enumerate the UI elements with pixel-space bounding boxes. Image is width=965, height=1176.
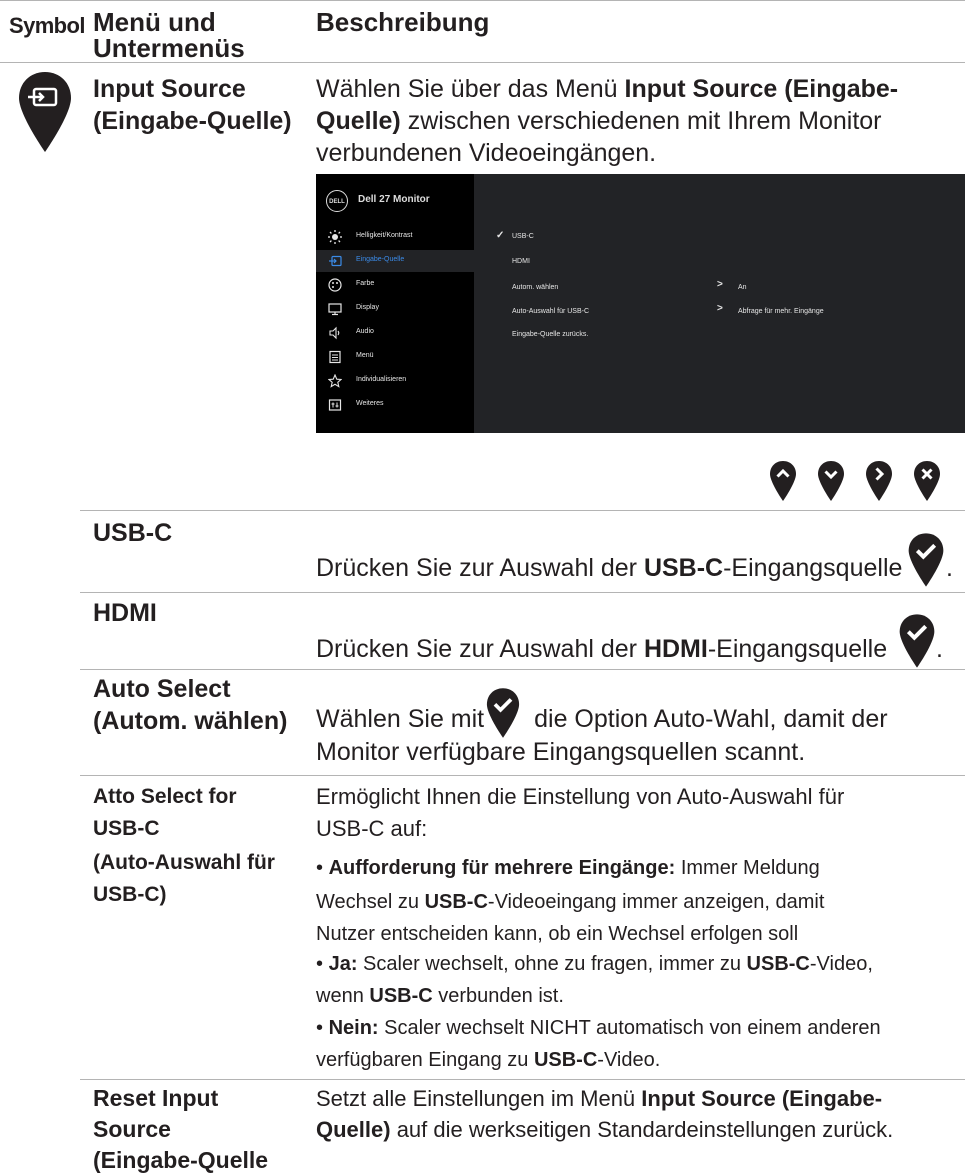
row-rule (80, 592, 965, 593)
atto-bullet1-line1: • Aufforderung für mehrere Eingänge: Imm… (316, 857, 820, 879)
check-icon (486, 688, 520, 738)
hdmi-period: . (936, 635, 943, 663)
check-icon (899, 614, 935, 668)
osd-option-auto-usbc[interactable]: Auto-Auswahl für USB-C (512, 308, 589, 315)
atto-bullet1-line3: Nutzer entscheiden kann, ob ein Wechsel … (316, 923, 799, 945)
others-icon (328, 399, 342, 411)
osd-option-hdmi[interactable]: HDMI (512, 258, 530, 265)
reset-name-line1: Reset Input (93, 1085, 219, 1111)
atto-name-line1: Atto Select for (93, 785, 237, 808)
check-icon (908, 533, 944, 587)
atto-bullet3-line2: verfügbaren Eingang zu USB-C-Video. (316, 1049, 661, 1071)
usbc-period: . (946, 554, 953, 582)
osd-menu-item-input-source[interactable]: Eingabe-Quelle (316, 250, 474, 272)
atto-intro-line2: USB-C auf: (316, 816, 428, 841)
row-rule (80, 510, 965, 511)
close-icon (914, 461, 940, 501)
dell-logo: DELL (326, 190, 348, 212)
osd-menu-item-others[interactable]: Weiteres (316, 394, 474, 416)
header-menu-line1: Menü und (93, 7, 216, 37)
row-rule (80, 1079, 965, 1080)
right-arrow-icon (866, 461, 892, 501)
brightness-icon (328, 230, 342, 244)
reset-name-line3: (Eingabe-Quelle (93, 1147, 269, 1173)
osd-option-usbc[interactable]: USB-C (512, 233, 534, 240)
osd-value-auto-usbc: Abfrage für mehr. Eingänge (738, 308, 824, 315)
input-source-desc-line2: Quelle) zwischen verschiedenen mit Ihrem… (316, 107, 882, 135)
input-source-icon (329, 255, 342, 267)
auto-select-name-line2: (Autom. wählen) (93, 707, 288, 735)
osd-check-icon: ✓ (496, 230, 505, 241)
osd-menu-item-audio[interactable]: Audio (316, 322, 474, 344)
input-source-pin-icon (19, 72, 71, 152)
input-source-name-line2: (Eingabe-Quelle) (93, 107, 292, 135)
osd-option-auto-select[interactable]: Autom. wählen (512, 284, 558, 291)
hdmi-name: HDMI (93, 599, 157, 627)
header-menu-line2: Untermenüs (93, 33, 245, 63)
atto-bullet3-line1: • Nein: Scaler wechselt NICHT automatisc… (316, 1017, 881, 1039)
osd-chevron-right-icon: > (717, 279, 723, 290)
audio-icon (329, 326, 340, 340)
osd-chevron-right-icon: > (717, 303, 723, 314)
row-rule (80, 775, 965, 776)
input-source-name-line1: Input Source (93, 75, 246, 103)
input-source-desc-line1: Wählen Sie über das Menü Input Source (E… (316, 75, 899, 103)
auto-select-desc-line2: Monitor verfügbare Eingangsquellen scann… (316, 738, 806, 766)
header-description: Beschreibung (316, 7, 490, 37)
osd-menu-item-menu[interactable]: Menü (316, 346, 474, 368)
header-symbol: Symbol (9, 13, 85, 38)
star-icon (328, 374, 342, 388)
osd-menu-item-display[interactable]: Display (316, 298, 474, 320)
osd-value-auto-select: An (738, 284, 747, 291)
row-rule (80, 669, 965, 670)
down-arrow-icon (818, 461, 844, 501)
osd-menu-item-brightness[interactable]: Helligkeit/Kontrast (316, 226, 474, 248)
reset-desc-line1: Setzt alle Einstellungen im Menü Input S… (316, 1086, 883, 1111)
atto-bullet2-line1: • Ja: Scaler wechselt, ohne zu fragen, i… (316, 953, 873, 975)
auto-select-name-line1: Auto Select (93, 675, 231, 703)
up-arrow-icon (770, 461, 796, 501)
hdmi-desc: Drücken Sie zur Auswahl der HDMI-Eingang… (316, 635, 888, 663)
display-icon (328, 303, 342, 316)
color-palette-icon (328, 278, 342, 292)
osd-title: Dell 27 Monitor (358, 194, 430, 205)
reset-desc-line2: Quelle) auf die werkseitigen Standardein… (316, 1117, 894, 1142)
header-rule (0, 62, 965, 63)
top-rule (0, 0, 965, 1)
usbc-name: USB-C (93, 519, 173, 547)
auto-select-desc-line1: Wählen Sie mit die Option Auto-Wahl, dami… (316, 705, 888, 733)
atto-intro-line1: Ermöglicht Ihnen die Einstellung von Aut… (316, 784, 845, 809)
reset-name-line2: Source (93, 1116, 171, 1142)
osd-option-reset[interactable]: Eingabe-Quelle zurücks. (512, 331, 588, 338)
usbc-desc: Drücken Sie zur Auswahl der USB-C-Eingan… (316, 554, 903, 582)
atto-bullet1-line2: Wechsel zu USB-C-Videoeingang immer anze… (316, 891, 825, 913)
osd-menu-item-personalize[interactable]: Individualisieren (316, 370, 474, 392)
atto-name-line3: (Auto-Auswahl für (93, 851, 275, 874)
osd-screenshot: DELL Dell 27 Monitor Helligkeit/Kontrast… (316, 174, 965, 433)
menu-icon (329, 350, 341, 364)
atto-bullet2-line2: wenn USB-C verbunden ist. (316, 985, 564, 1007)
osd-menu-item-color[interactable]: Farbe (316, 274, 474, 296)
atto-name-line4: USB-C) (93, 883, 167, 906)
atto-name-line2: USB-C (93, 817, 160, 840)
input-source-desc-line3: verbundenen Videoeingängen. (316, 139, 657, 167)
